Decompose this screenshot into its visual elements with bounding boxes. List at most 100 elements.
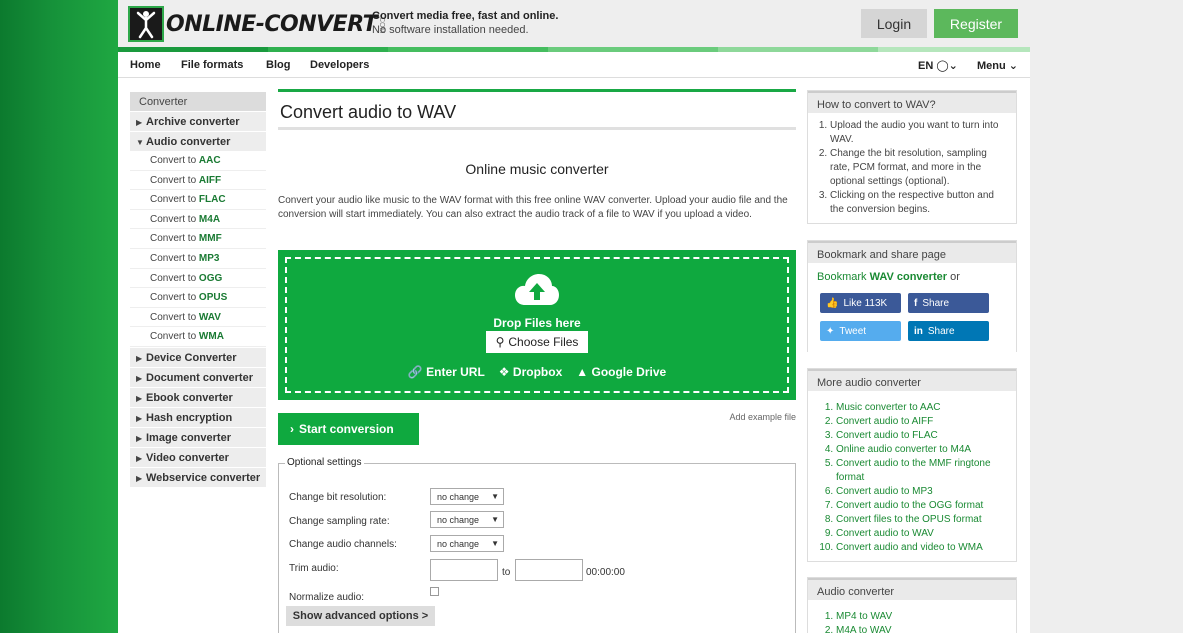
linkedin-share-button[interactable]: in Share [908,321,989,341]
sidebar-item-label: Device Converter [146,351,237,364]
chevron-down-icon: ⌄ [1008,60,1019,72]
list-item[interactable]: Online audio converter to M4A [836,443,1008,457]
subitem-prefix: Convert to [150,155,199,166]
language-selector[interactable]: EN ◯⌄ [918,59,958,72]
normalize-checkbox[interactable] [430,587,439,596]
howto-steps: Upload the audio you want to turn into W… [808,113,1016,223]
more-converters-list: Music converter to AACConvert audio to A… [808,391,1016,561]
subitem-format: OGG [198,272,223,284]
facebook-share-button[interactable]: f Share [908,293,989,313]
list-item[interactable]: M4A to WAV [836,624,1008,633]
right-background [1030,0,1183,633]
sidebar-subitem-mp3[interactable]: Convert to MP3 [130,248,266,269]
nav-blog[interactable]: Blog [266,59,290,71]
audio-submenu: Convert to AAC Convert to AIFF Convert to … [130,151,266,347]
sidebar-subitem-opus[interactable]: Convert to OPUS [130,288,266,308]
sidebar-subitem-wma[interactable]: Convert to WMA [130,327,266,347]
dropbox-button[interactable]: ❖ Dropbox [499,365,562,379]
sidebar-item-audio[interactable]: ▼ Audio converter [130,131,266,151]
subitem-format: MP3 [198,252,220,264]
audio-channels-label: Change audio channels: [289,539,397,550]
list-item[interactable]: Convert audio to the MMF ringtone format [836,457,1008,485]
logo[interactable]: ONLINE-CONVERT .COM [128,6,385,42]
sidebar-item-label: Image converter [146,431,231,444]
sidebar-item-archive[interactable]: ▶ Archive converter [130,111,266,131]
list-item[interactable]: Music converter to AAC [836,401,1008,415]
google-drive-icon: ▲ [576,365,589,379]
sidebar-subitem-aiff[interactable]: Convert to AIFF [130,170,266,191]
register-button[interactable]: Register [934,9,1018,38]
list-item: Change the bit resolution, sampling rate… [830,147,1008,189]
page-description: Convert your audio like music to the WAV… [278,195,788,220]
list-item[interactable]: Convert audio to AIFF [836,415,1008,429]
howto-title: How to convert to WAV? [808,91,1016,113]
sidebar-subitem-wav[interactable]: Convert to WAV [130,307,266,328]
trim-end-input[interactable] [515,559,583,581]
logo-text: ONLINE-CONVERT [166,11,378,37]
nav-file-formats[interactable]: File formats [181,59,243,71]
audio-converter-title: Audio converter [808,578,1016,600]
sidebar-subitem-flac[interactable]: Convert to FLAC [130,190,266,210]
bookmark-link[interactable]: WAV converter [870,271,947,283]
caret-right-icon: ▶ [136,118,143,127]
twitter-icon: ✦ [826,325,835,337]
sidebar-subitem-mmf[interactable]: Convert to MMF [130,229,266,249]
more-converters-title: More audio converter [808,369,1016,391]
menu-dropdown[interactable]: Menu ⌄ [977,59,1018,72]
audio-converter-list: MP4 to WAVM4A to WAV [808,600,1016,633]
start-conversion-button[interactable]: › Start conversion [278,413,419,445]
sidebar-subitem-m4a[interactable]: Convert to M4A [130,209,266,230]
start-conversion-label: Start conversion [299,422,394,436]
google-drive-button[interactable]: ▲ Google Drive [576,365,666,379]
list-item[interactable]: MP4 to WAV [836,610,1008,624]
sidebar-item-ebook-converter[interactable]: ▶ Ebook converter [130,386,266,407]
bit-resolution-select[interactable]: no change ▼ [430,488,504,505]
sidebar-item-hash-encryption[interactable]: ▶ Hash encryption [130,406,266,427]
enter-url-button[interactable]: 🔗 Enter URL [408,365,485,379]
language-label: EN [918,60,934,72]
caret-right-icon: ▶ [136,453,143,463]
sidebar-item-webservice-converter[interactable]: ▶ Webservice converter [130,466,266,487]
drop-files-label: Drop Files here [493,316,581,330]
nav-home[interactable]: Home [130,59,161,71]
upload-dropzone[interactable]: Drop Files here ⚲ Choose Files 🔗 Enter U… [278,250,796,400]
choose-files-label: Choose Files [508,335,579,349]
thumbs-up-icon: 👍 [826,297,839,309]
tweet-button[interactable]: ✦ Tweet [820,321,901,341]
sidebar-item-document-converter[interactable]: ▶ Document converter [130,366,266,387]
show-advanced-options-button[interactable]: Show advanced options > [286,606,435,626]
subitem-prefix: Convert to [150,213,199,225]
nav-developers[interactable]: Developers [310,59,369,71]
sidebar-item-label: Audio converter [146,136,231,148]
audio-channels-select[interactable]: no change ▼ [430,535,504,552]
choose-files-button[interactable]: ⚲ Choose Files [486,331,588,353]
page-title: Convert audio to WAV [278,92,796,130]
list-item[interactable]: Convert audio to FLAC [836,429,1008,443]
optional-settings: Optional settings Change bit resolution:… [278,457,796,633]
subitem-prefix: Convert to [150,194,199,206]
list-item[interactable]: Convert audio to WAV [836,527,1008,541]
list-item: Upload the audio you want to turn into W… [830,119,1008,147]
linkedin-icon: in [914,325,923,337]
upload-dashed-area[interactable]: Drop Files here ⚲ Choose Files 🔗 Enter U… [285,257,789,393]
list-item[interactable]: Convert audio and video to WMA [836,541,1008,555]
cloud-upload-icon [515,274,559,305]
sidebar-subitem-aac[interactable]: Convert to AAC [130,151,266,171]
sidebar-item-label: Document converter [146,371,253,384]
sidebar-item-image-converter[interactable]: ▶ Image converter [130,426,266,447]
logo-figure-icon [128,6,164,42]
sidebar-item-video-converter[interactable]: ▶ Video converter [130,446,266,467]
caret-right-icon: ▶ [136,433,143,443]
sidebar-subitem-ogg[interactable]: Convert to OGG [130,268,266,289]
facebook-like-button[interactable]: 👍 Like 113K [820,293,901,313]
optional-settings-legend: Optional settings [285,457,364,468]
login-button[interactable]: Login [861,9,927,38]
list-item[interactable]: Convert audio to the OGG format [836,499,1008,513]
search-icon: ⚲ [495,335,505,349]
list-item[interactable]: Convert files to the OPUS format [836,513,1008,527]
sampling-rate-select[interactable]: no change ▼ [430,511,504,528]
list-item[interactable]: Convert audio to MP3 [836,485,1008,499]
add-example-link[interactable]: Add example file [729,412,796,422]
sidebar-item-device-converter[interactable]: ▶ Device Converter [130,346,266,367]
trim-start-input[interactable] [430,559,498,581]
